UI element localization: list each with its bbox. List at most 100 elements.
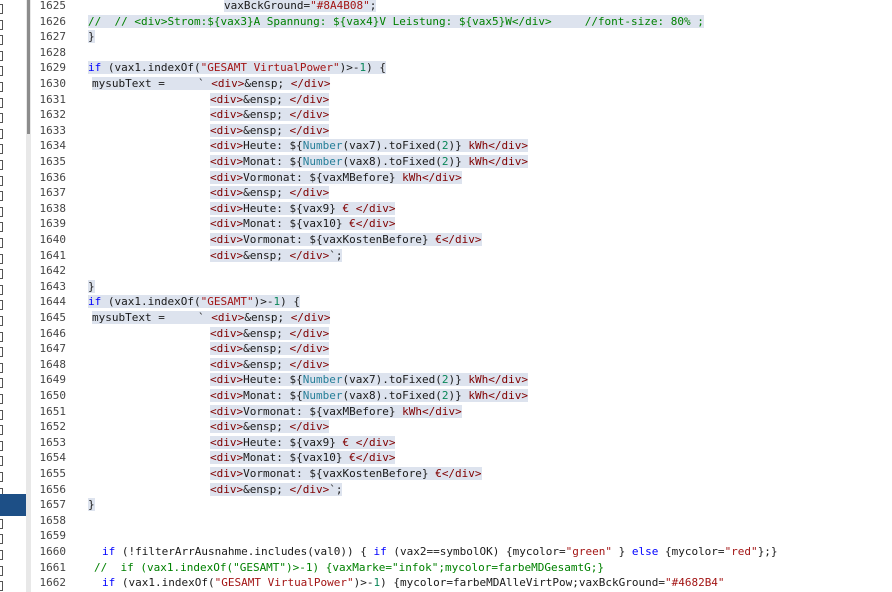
line-number: 1651 bbox=[39, 404, 67, 418]
fold-marker[interactable] bbox=[0, 550, 3, 560]
fold-marker[interactable] bbox=[0, 472, 3, 482]
line-number: 1638 bbox=[39, 201, 67, 215]
code-line[interactable]: 1626 // // <div>Strom:${vax3}A Spannung: … bbox=[36, 14, 892, 30]
line-code: if (vax1.indexOf("GESAMT VirtualPower")>… bbox=[88, 61, 387, 75]
fold-marker[interactable] bbox=[0, 581, 3, 592]
code-line[interactable]: 1644 if (vax1.indexOf("GESAMT")>-1) { bbox=[36, 294, 892, 310]
code-line[interactable]: 1651 <div>Vormonat: ${vaxMBefore} kWh</di… bbox=[36, 404, 892, 420]
code-line[interactable]: 1625 vaxBckGround="#8A4B08"; bbox=[36, 0, 892, 14]
fold-marker[interactable] bbox=[0, 19, 3, 30]
fold-marker[interactable] bbox=[0, 128, 3, 139]
line-number: 1653 bbox=[39, 435, 67, 449]
fold-marker[interactable] bbox=[0, 97, 3, 108]
line-code: <div>&ensp; </div>`; bbox=[210, 248, 343, 262]
fold-marker[interactable] bbox=[0, 456, 3, 467]
code-line[interactable]: 1642 bbox=[36, 263, 892, 279]
code-line[interactable]: 1660 if (!filterArrAusnahme.includes(val0… bbox=[36, 544, 892, 560]
fold-marker[interactable] bbox=[0, 35, 3, 46]
scrollbar-thumb[interactable] bbox=[27, 0, 30, 134]
line-code: <div>&ensp; </div> bbox=[210, 342, 330, 356]
fold-marker[interactable] bbox=[0, 440, 3, 451]
line-number: 1632 bbox=[39, 108, 67, 122]
fold-marker[interactable] bbox=[0, 362, 3, 373]
line-number: 1662 bbox=[39, 576, 67, 590]
code-line[interactable]: 1641 <div>&ensp; </div>`; bbox=[36, 248, 892, 264]
fold-marker[interactable] bbox=[0, 409, 3, 420]
line-number: 1645 bbox=[39, 311, 67, 324]
code-line[interactable]: 1659 bbox=[36, 528, 892, 544]
line-number: 1631 bbox=[39, 92, 67, 106]
fold-marker[interactable] bbox=[0, 253, 3, 264]
fold-marker[interactable] bbox=[0, 50, 3, 61]
fold-marker[interactable] bbox=[0, 300, 3, 311]
fold-marker[interactable] bbox=[0, 394, 3, 404]
code-line[interactable]: 1646 <div>&ensp; </div> bbox=[36, 326, 892, 342]
code-line[interactable]: 1634 <div>Heute: ${Number(vax7).toFixed(2… bbox=[36, 138, 892, 154]
code-line[interactable]: 1637 <div>&ensp; </div> bbox=[36, 185, 892, 201]
code-line[interactable]: 1632 <div>&ensp; </div> bbox=[36, 107, 892, 123]
code-line[interactable]: 1645 mysubText = ` <div>&ensp; </div> bbox=[36, 310, 892, 326]
code-line[interactable]: 1631 <div>&ensp; </div> bbox=[36, 92, 892, 108]
line-code: <div>Monat: ${vax10} €</div> bbox=[210, 217, 396, 231]
fold-marker[interactable] bbox=[0, 222, 3, 233]
fold-marker[interactable] bbox=[0, 175, 3, 186]
code-line[interactable]: 1638 <div>Heute: ${vax9} € </div> bbox=[36, 201, 892, 217]
line-code: <div>&ensp; </div> bbox=[210, 420, 330, 434]
code-line[interactable]: 1652 <div>&ensp; </div> bbox=[36, 419, 892, 435]
code-line[interactable]: 1647 <div>&ensp; </div> bbox=[36, 341, 892, 357]
line-number: 1634 bbox=[39, 139, 67, 153]
code-line[interactable]: 1640 <div>Vormonat: ${vaxKostenBefore} €<… bbox=[36, 232, 892, 248]
line-code: } bbox=[88, 30, 95, 44]
code-line[interactable]: 1636 <div>Vormonat: ${vaxMBefore} kWh</di… bbox=[36, 170, 892, 186]
fold-marker[interactable] bbox=[0, 206, 3, 217]
fold-marker[interactable] bbox=[0, 4, 3, 14]
code-line[interactable]: 1629 if (vax1.indexOf("GESAMT VirtualPowe… bbox=[36, 60, 892, 76]
fold-marker[interactable] bbox=[0, 284, 3, 295]
code-line[interactable]: 1662 if (vax1.indexOf("GESAMT VirtualPowe… bbox=[36, 575, 892, 591]
line-code: mysubText = ` <div>&ensp; </div> bbox=[92, 77, 331, 90]
line-number: 1633 bbox=[39, 123, 67, 137]
line-code: // // <div>Strom:${vax3}A Spannung: ${va… bbox=[88, 14, 704, 28]
fold-marker[interactable] bbox=[0, 82, 3, 92]
fold-marker[interactable] bbox=[0, 347, 3, 358]
fold-marker[interactable] bbox=[0, 565, 3, 576]
code-line[interactable]: 1643} bbox=[36, 279, 892, 295]
fold-marker[interactable] bbox=[0, 518, 3, 529]
code-line[interactable]: 1639 <div>Monat: ${vax10} €</div> bbox=[36, 216, 892, 232]
code-line[interactable]: 1628 bbox=[36, 45, 892, 61]
code-line[interactable]: 1656 <div>&ensp; </div>`; bbox=[36, 482, 892, 498]
fold-marker[interactable] bbox=[0, 113, 3, 124]
line-code: <div>Vormonat: ${vaxKostenBefore} €</div… bbox=[210, 233, 482, 246]
code-line[interactable]: 1649 <div>Heute: ${Number(vax7).toFixed(2… bbox=[36, 372, 892, 388]
code-line[interactable]: 1657} bbox=[36, 497, 892, 513]
fold-marker[interactable] bbox=[0, 238, 3, 248]
line-code: vaxBckGround="#8A4B08"; bbox=[224, 0, 377, 12]
code-line[interactable]: 1654 <div>Monat: ${vax10} €</div> bbox=[36, 450, 892, 466]
fold-marker[interactable] bbox=[0, 160, 3, 170]
line-code: <div>Heute: ${vax9} € </div> bbox=[210, 201, 396, 215]
fold-marker[interactable] bbox=[0, 378, 3, 389]
fold-marker[interactable] bbox=[0, 191, 3, 202]
active-line-marker[interactable] bbox=[0, 494, 26, 516]
line-number: 1658 bbox=[39, 513, 67, 527]
code-line[interactable]: 1648 <div>&ensp; </div> bbox=[36, 357, 892, 373]
code-line[interactable]: 1655 <div>Vormonat: ${vaxKostenBefore} €<… bbox=[36, 466, 892, 482]
fold-marker[interactable] bbox=[0, 269, 3, 280]
fold-marker[interactable] bbox=[0, 425, 3, 436]
fold-marker[interactable] bbox=[0, 316, 3, 326]
line-number: 1629 bbox=[39, 61, 67, 75]
code-line[interactable]: 1653 <div>Heute: ${vax9} € </div> bbox=[36, 435, 892, 451]
fold-marker[interactable] bbox=[0, 534, 3, 545]
code-line[interactable]: 1661 // if (vax1.indexOf("GESAMT")>-1) {v… bbox=[36, 560, 892, 576]
fold-marker[interactable] bbox=[0, 331, 3, 342]
code-line[interactable]: 1627} bbox=[36, 29, 892, 45]
fold-marker[interactable] bbox=[0, 144, 3, 155]
code-line[interactable]: 1630 mysubText = ` <div>&ensp; </div> bbox=[36, 76, 892, 92]
line-code: mysubText = ` <div>&ensp; </div> bbox=[92, 311, 331, 324]
fold-marker[interactable] bbox=[0, 66, 3, 77]
code-line[interactable]: 1633 <div>&ensp; </div> bbox=[36, 123, 892, 139]
code-line[interactable]: 1658 bbox=[36, 513, 892, 529]
code-line[interactable]: 1635 <div>Monat: ${Number(vax8).toFixed(2… bbox=[36, 154, 892, 170]
line-number: 1639 bbox=[39, 217, 67, 231]
code-line[interactable]: 1650 <div>Monat: ${Number(vax8).toFixed(2… bbox=[36, 388, 892, 404]
